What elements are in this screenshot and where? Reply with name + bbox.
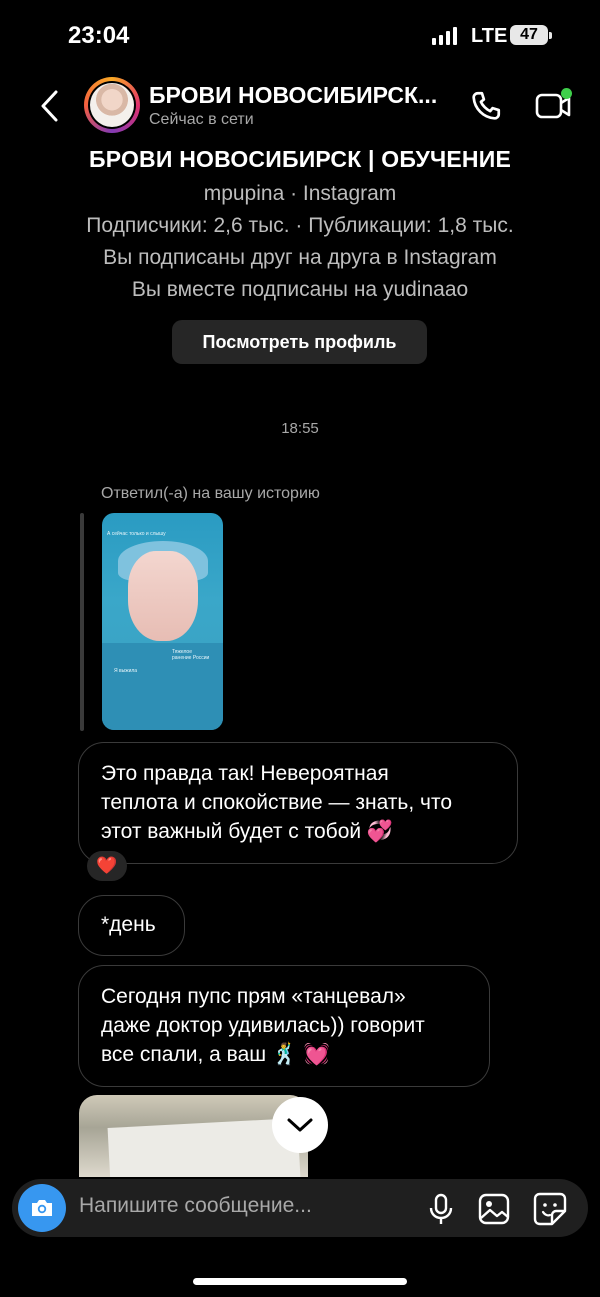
network-label: LTE: [471, 25, 508, 47]
chat-title[interactable]: БРОВИ НОВОСИБИРСК...: [149, 82, 437, 109]
message-line: этот важный будет с тобой 💞: [101, 820, 394, 843]
chevron-down-icon: [287, 1118, 313, 1132]
profile-handle: mpupina · Instagram: [203, 182, 397, 205]
battery-icon: 47: [510, 25, 548, 45]
status-time: 23:04: [68, 22, 130, 49]
avatar[interactable]: [88, 81, 136, 129]
message-bubble[interactable]: *день: [78, 895, 185, 956]
camera-button[interactable]: [18, 1184, 66, 1232]
back-button[interactable]: [34, 84, 70, 128]
message-line: *день: [101, 913, 156, 936]
signal-icon: [432, 27, 457, 45]
story-text: А сейчас только и слышу: [107, 531, 166, 537]
message-input[interactable]: [79, 1194, 409, 1218]
story-text: Я выжила: [114, 668, 138, 674]
reply-indicator-bar: [80, 513, 84, 731]
microphone-icon[interactable]: [426, 1192, 456, 1226]
common-follow-text: Вы вместе подписаны на yudinaao: [131, 278, 469, 301]
online-status: Сейчас в сети: [149, 111, 254, 128]
heart-reaction[interactable]: ❤️: [87, 851, 127, 881]
story-reply-label: Ответил(-а) на вашу историю: [101, 485, 320, 502]
battery-tip: [549, 32, 552, 39]
profile-name: БРОВИ НОВОСИБИРСК | ОБУЧЕНИЕ: [89, 146, 511, 172]
message-line: даже доктор удивилась)) говорит: [101, 1014, 425, 1037]
camera-icon: [32, 1200, 52, 1216]
online-indicator: [561, 88, 572, 99]
phone-call-icon[interactable]: [468, 88, 504, 124]
message-timestamp: 18:55: [281, 420, 319, 437]
story-text: Тяжелое ранение России: [172, 649, 210, 661]
view-profile-button[interactable]: Посмотреть профиль: [172, 320, 427, 364]
message-line: все спали, а ваш 🕺 💓: [101, 1043, 331, 1066]
message-line: Это правда так! Невероятная: [101, 762, 389, 785]
message-line: теплота и спокойствие — знать, что: [101, 791, 453, 814]
home-indicator[interactable]: [193, 1278, 407, 1285]
sticker-icon[interactable]: [532, 1191, 568, 1227]
message-line: Сегодня пупс прям «танцевал»: [101, 985, 406, 1008]
message-bubble[interactable]: Это правда так! Невероятная теплота и сп…: [78, 742, 518, 864]
scroll-to-bottom-button[interactable]: [272, 1097, 328, 1153]
message-bubble[interactable]: Сегодня пупс прям «танцевал» даже доктор…: [78, 965, 490, 1087]
mutual-follow-text: Вы подписаны друг на друга в Instagram: [103, 246, 497, 269]
gallery-icon[interactable]: [477, 1192, 511, 1226]
chevron-left-icon: [41, 90, 58, 122]
story-thumbnail[interactable]: А сейчас только и слышу Тяжелое ранение …: [102, 513, 223, 730]
profile-stats: Подписчики: 2,6 тыс. · Публикации: 1,8 т…: [86, 214, 514, 237]
